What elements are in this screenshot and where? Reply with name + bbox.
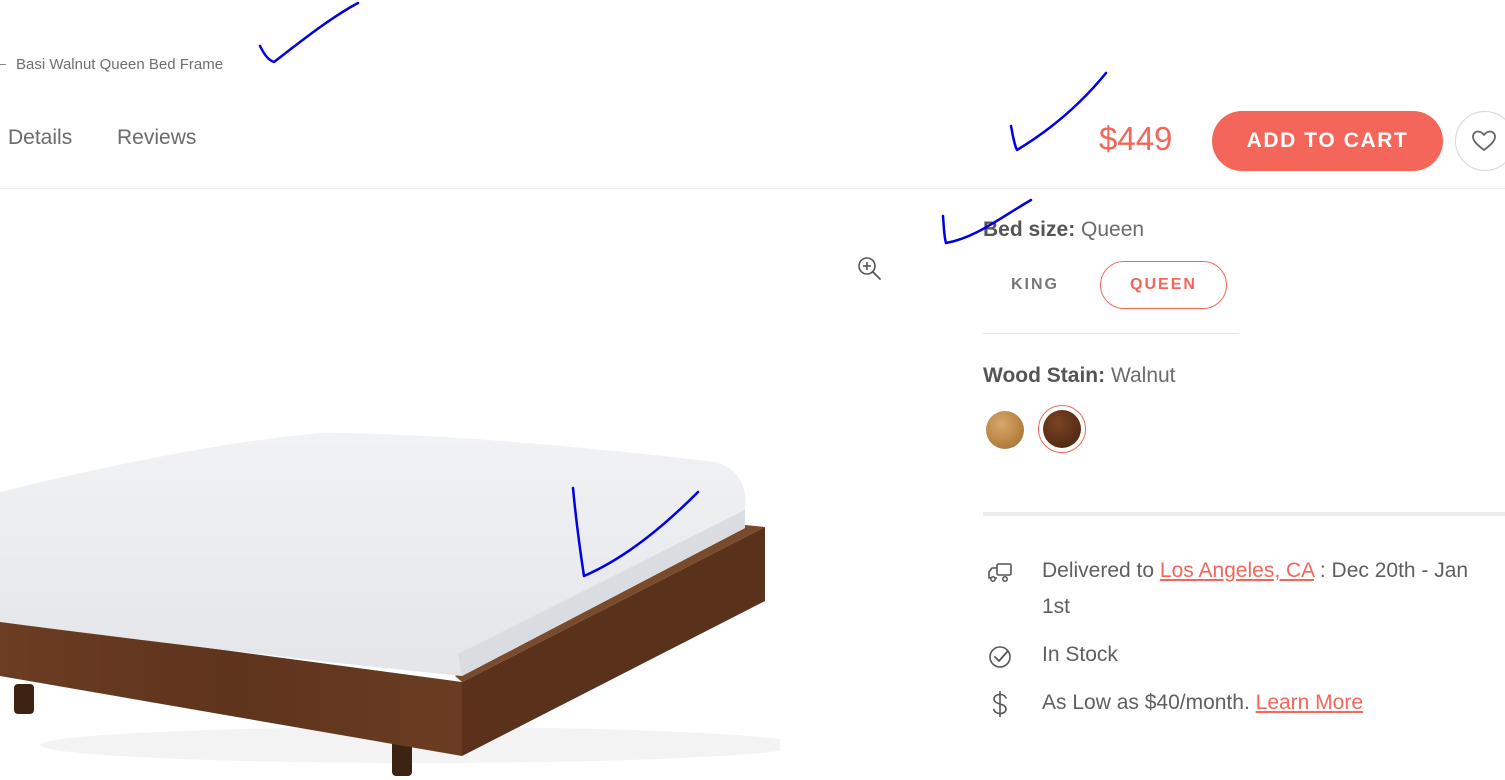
- check-circle-icon: [989, 646, 1011, 668]
- financing-text: As Low as $40/month.: [1042, 691, 1250, 714]
- product-price: $449: [1099, 120, 1173, 157]
- size-option-king[interactable]: KING: [985, 261, 1085, 309]
- product-image: [0, 432, 780, 776]
- bed-size-label: Bed size: Queen: [983, 218, 1144, 242]
- financing-info: As Low as $40/month. Learn More: [1042, 685, 1363, 721]
- learn-more-link[interactable]: Learn More: [1256, 691, 1363, 714]
- add-to-cart-button[interactable]: ADD TO CART: [1212, 111, 1443, 171]
- breadcrumb: Basi Walnut Queen Bed Frame: [0, 52, 223, 76]
- delivery-prefix: Delivered to: [1042, 559, 1155, 582]
- bed-size-value: Queen: [1081, 218, 1145, 241]
- options-divider: [983, 333, 1239, 334]
- wood-stain-label: Wood Stain: Walnut: [983, 364, 1176, 388]
- section-divider: [983, 512, 1505, 516]
- wood-stain-value: Walnut: [1110, 364, 1176, 387]
- delivery-info: Delivered to Los Angeles, CA : Dec 20th …: [1042, 553, 1492, 625]
- checkmark-annotation: [258, 1, 360, 64]
- heart-icon: [1472, 130, 1496, 151]
- zoom-in-icon[interactable]: [856, 255, 882, 281]
- breadcrumb-separator: [0, 63, 6, 65]
- product-subnav: Details Reviews $449 ADD TO CART: [0, 108, 1505, 189]
- tab-details[interactable]: Details: [8, 126, 72, 150]
- wood-stain-title: Wood Stain:: [983, 364, 1106, 387]
- favorite-button[interactable]: [1455, 111, 1505, 171]
- product-page: Basi Walnut Queen Bed Frame Details Revi…: [0, 0, 1505, 780]
- swatch-oak[interactable]: [986, 411, 1024, 449]
- tab-reviews[interactable]: Reviews: [117, 126, 196, 150]
- delivery-truck-icon: [988, 563, 1012, 582]
- dollar-icon: [993, 691, 1007, 717]
- delivery-location-link[interactable]: Los Angeles, CA: [1160, 559, 1314, 582]
- bed-size-title: Bed size:: [983, 218, 1076, 241]
- stock-status: In Stock: [1042, 643, 1118, 666]
- size-option-queen[interactable]: QUEEN: [1100, 261, 1227, 309]
- swatch-walnut[interactable]: [1043, 410, 1081, 448]
- breadcrumb-current: Basi Walnut Queen Bed Frame: [16, 55, 224, 73]
